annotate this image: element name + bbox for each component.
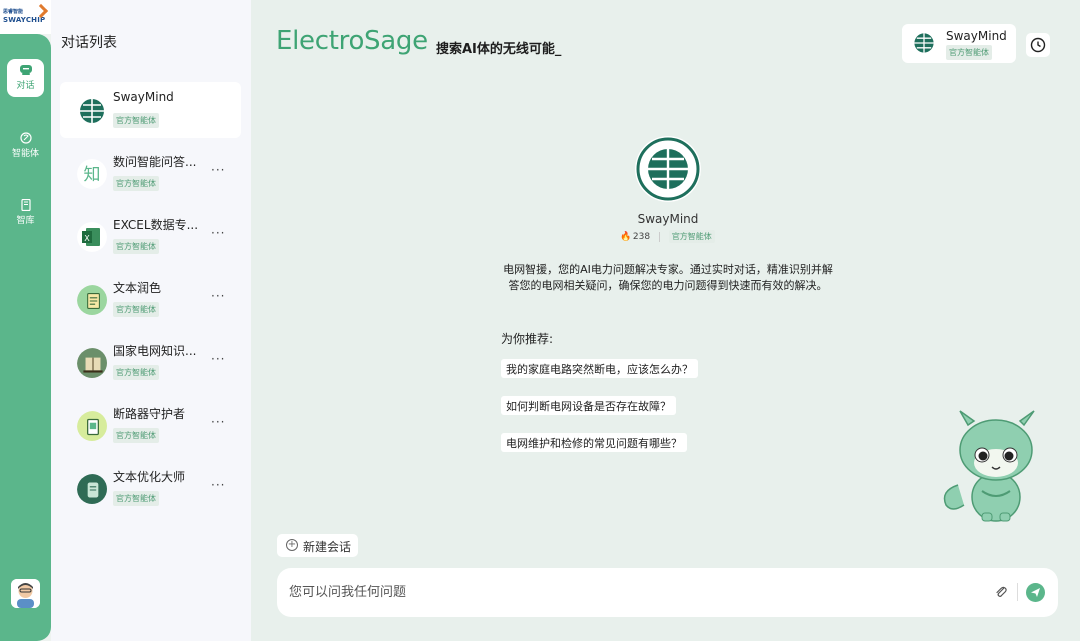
recommended-question[interactable]: 我的家庭电路突然断电，应该怎么办？ (501, 359, 698, 378)
more-options-icon[interactable]: ··· (211, 352, 225, 366)
send-button[interactable] (1026, 583, 1045, 602)
user-avatar[interactable] (11, 579, 40, 608)
rail-nav (0, 34, 51, 641)
zhi-avatar: 知 (77, 159, 107, 189)
official-agent-badge: 官方智能体 (946, 45, 992, 60)
conversation-sidebar: 对话列表 SwayMind 官方智能体 知 数问智能问答... 官方智能体 ··… (51, 0, 251, 641)
conversation-item-breaker-guard[interactable]: 断路器守护者 官方智能体 ··· (60, 397, 241, 453)
rail-item-chat[interactable]: 对话 (7, 59, 44, 97)
dragon-mascot (943, 410, 1035, 522)
more-options-icon[interactable]: ··· (211, 226, 225, 240)
sidebar-title: 对话列表 (61, 35, 117, 51)
fire-icon: 🔥 (620, 232, 632, 242)
official-agent-badge: 官方智能体 (668, 230, 715, 243)
agent-stats: 🔥 238 官方智能体 (620, 230, 715, 243)
conversation-name: 文本润色 (113, 281, 162, 295)
optimizer-avatar (77, 474, 107, 504)
paperclip-icon[interactable] (993, 584, 1009, 600)
conversation-name: EXCEL数据专... (113, 218, 199, 232)
divider (658, 231, 660, 242)
conversation-name: 国家电网知识... (113, 344, 197, 358)
divider (1017, 583, 1018, 601)
brand-tagline: 搜索AI体的无线可能_ (436, 42, 562, 57)
conversation-name: SwayMind (113, 90, 174, 104)
conversation-name: 文本优化大师 (113, 470, 186, 484)
official-agent-badge: 官方智能体 (113, 365, 159, 380)
message-composer (277, 568, 1058, 617)
excel-avatar: X (77, 222, 107, 252)
official-agent-badge: 官方智能体 (113, 491, 159, 506)
rail-item-agents[interactable]: 智能体 (7, 127, 44, 165)
agent-description: 电网智援，您的AI电力问题解决专家。通过实时对话，精准识别并解答您的电网相关疑问… (503, 263, 833, 292)
current-agent-name: SwayMind (946, 29, 1007, 43)
official-agent-badge: 官方智能体 (113, 302, 159, 317)
new-chat-label: 新建会话 (303, 540, 352, 554)
history-button[interactable] (1026, 33, 1050, 57)
agent-logo (635, 136, 701, 202)
new-chat-button[interactable]: + 新建会话 (277, 534, 358, 557)
conversation-item-shuwen[interactable]: 知 数问智能问答... 官方智能体 ··· (60, 145, 241, 201)
svg-text:X: X (84, 234, 90, 243)
rail-item-library-label: 智库 (16, 216, 35, 226)
more-options-icon[interactable]: ··· (211, 163, 225, 177)
more-options-icon[interactable]: ··· (211, 478, 225, 492)
official-agent-badge: 官方智能体 (113, 176, 159, 191)
logo-top-text: 思睿智能 (3, 9, 24, 15)
chat-icon (19, 65, 32, 75)
book-icon (20, 199, 31, 211)
brain-icon (19, 132, 32, 144)
rail-item-chat-label: 对话 (16, 81, 35, 91)
more-options-icon[interactable]: ··· (211, 415, 225, 429)
left-rail: 思睿智能 SWAYCHIP 对话 智能体 智库 (0, 0, 51, 641)
conversation-name: 断路器守护者 (113, 407, 186, 421)
conversation-name: 数问智能问答... (113, 155, 197, 169)
rail-item-agents-label: 智能体 (11, 149, 39, 159)
svg-text:知: 知 (84, 165, 101, 185)
more-options-icon[interactable]: ··· (211, 289, 225, 303)
conversation-item-excel[interactable]: X EXCEL数据专... 官方智能体 ··· (60, 208, 241, 264)
agent-name: SwayMind (637, 212, 699, 226)
message-input[interactable] (289, 580, 979, 604)
popularity-count: 238 (632, 232, 651, 242)
current-agent-chip[interactable]: SwayMind 官方智能体 (902, 24, 1016, 63)
send-icon (1031, 588, 1040, 597)
clock-icon (1030, 37, 1046, 53)
rail-item-library[interactable]: 智库 (7, 194, 44, 232)
sgcc-logo-avatar (912, 31, 936, 55)
plus-circle-icon: + (286, 539, 298, 551)
conversation-item-swaymind[interactable]: SwayMind 官方智能体 (60, 82, 241, 138)
recommended-question[interactable]: 如何判断电网设备是否存在故障？ (501, 396, 676, 415)
swaychip-logo: 思睿智能 SWAYCHIP (0, 0, 51, 34)
user-avatar-icon (11, 579, 40, 608)
brand-title: ElectroSage (276, 26, 428, 56)
breaker-avatar (77, 411, 107, 441)
logo-bottom-text: SWAYCHIP (3, 16, 46, 24)
books-avatar (77, 348, 107, 378)
document-avatar (77, 285, 107, 315)
recommend-title: 为你推荐: (501, 332, 554, 346)
recommended-question[interactable]: 电网维护和检修的常见问题有哪些？ (501, 433, 687, 452)
conversation-item-sgcc-knowledge[interactable]: 国家电网知识... 官方智能体 ··· (60, 334, 241, 390)
conversation-item-text-optimizer[interactable]: 文本优化大师 官方智能体 ··· (60, 460, 241, 516)
sgcc-logo-avatar (77, 96, 107, 126)
official-agent-badge: 官方智能体 (113, 239, 159, 254)
conversation-item-polish[interactable]: 文本润色 官方智能体 ··· (60, 271, 241, 327)
official-agent-badge: 官方智能体 (113, 428, 159, 443)
official-agent-badge: 官方智能体 (113, 113, 159, 128)
